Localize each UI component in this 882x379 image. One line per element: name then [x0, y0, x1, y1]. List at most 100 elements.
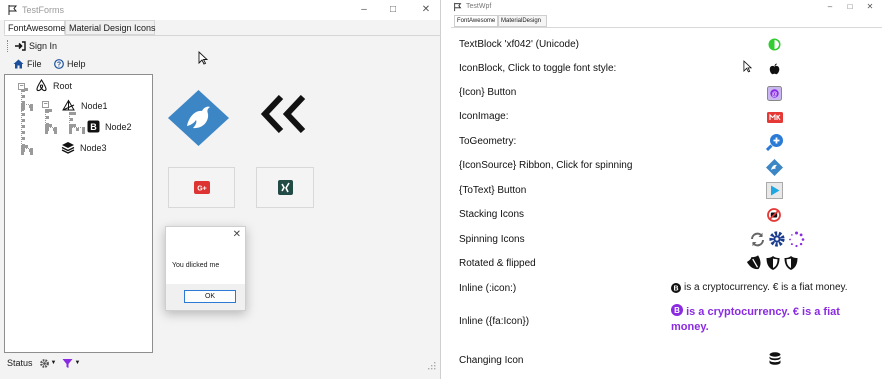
inline-plain-text: is a cryptocurrency. € is a fiat money. [684, 282, 848, 293]
window-icon [454, 2, 462, 12]
tab-divider [451, 27, 882, 28]
tab-materialdesign[interactable]: MaterialDesign [498, 15, 547, 27]
tree-view[interactable]: − Root − Node1 B Node2 Node3 [4, 74, 153, 353]
message-box-footer: OK [166, 284, 245, 310]
row-label-stacking: Stacking Icons [459, 209, 525, 220]
tree-node-node2-label: Node2 [105, 121, 132, 132]
ribbon-icon [766, 159, 783, 176]
testwpf-window: TestWpf – □ ✕ FontAwesome MaterialDesign… [451, 0, 882, 379]
row-label-iconimage: IconImage: [459, 111, 509, 122]
window-icon [8, 5, 18, 15]
stacking-cell [767, 208, 781, 222]
node-icon [62, 99, 75, 111]
icon-button[interactable]: @ [767, 86, 782, 101]
shield-icon [747, 255, 761, 270]
message-box: ✕ You dlicked me OK [165, 226, 246, 311]
ribbon-cell[interactable] [765, 158, 784, 177]
spinning-icons-cell [749, 230, 805, 248]
inline-bold-text: is a cryptocurrency. € is a fiat money. [671, 306, 840, 333]
window-title: TestForms [22, 5, 65, 15]
title-bar: TestWpf – □ ✕ [451, 0, 882, 14]
row-label-spinning: Spinning Icons [459, 234, 525, 245]
filter-icon [62, 358, 73, 368]
close-button[interactable]: ✕ [861, 0, 879, 14]
tab-material-design-icons[interactable]: Material Design Icons [65, 20, 156, 35]
tree-node-node2[interactable]: B Node2 [87, 120, 132, 133]
file-label: File [27, 59, 42, 69]
inline-icon-text: B is a cryptocurrency. € is a fiat money… [671, 282, 848, 293]
mouse-cursor-icon [743, 60, 752, 73]
tab-fontawesome[interactable]: FontAwesome [4, 20, 65, 35]
tree-node-node3[interactable]: Node3 [61, 141, 107, 154]
row-label-togeometry: ToGeometry: [459, 136, 517, 147]
ok-button[interactable]: OK [184, 290, 236, 303]
play-icon [766, 182, 783, 199]
message-box-close-button[interactable]: ✕ [233, 229, 241, 240]
layers-icon [61, 142, 75, 154]
sign-in-label: Sign In [29, 41, 58, 51]
svg-text:G+: G+ [197, 186, 207, 193]
shield-icon [784, 256, 798, 270]
row-label-iconblock: IconBlock, Click to toggle font style: [459, 63, 617, 74]
row-label-totext-button: {ToText} Button [459, 185, 527, 196]
iconimage-cell [767, 112, 783, 123]
minimize-button[interactable]: – [821, 0, 839, 14]
chevron-down-icon: ▼ [50, 360, 57, 366]
help-menu[interactable]: ? Help [54, 56, 86, 72]
tab-fontawesome[interactable]: FontAwesome [454, 15, 498, 27]
gear-icon [39, 358, 49, 368]
bitcoin-icon: B [671, 304, 683, 316]
row-label-inline-fa: Inline ({fa:Icon}) [459, 316, 530, 327]
sign-in-button[interactable]: Sign In [15, 38, 57, 54]
tree-node-node3-label: Node3 [80, 142, 107, 153]
inline-fa-text: B is a cryptocurrency. € is a fiat money… [671, 304, 876, 335]
close-button[interactable]: ✕ [417, 3, 435, 17]
chevrons-tile [258, 94, 310, 134]
row-label-rotated: Rotated & flipped [459, 258, 536, 269]
database-icon [769, 352, 781, 365]
airbnb-icon [36, 79, 47, 92]
google-plus-button[interactable]: G+ [168, 167, 235, 208]
file-menu[interactable]: File [13, 56, 42, 72]
svg-text:B: B [674, 306, 680, 315]
help-icon: ? [54, 59, 64, 69]
resize-grip-icon[interactable] [427, 361, 436, 370]
root-collapse-toggle[interactable]: − [18, 83, 25, 90]
row-label-changing-icon: Changing Icon [459, 355, 524, 366]
tree-node-root[interactable]: Root [35, 79, 72, 92]
mouse-cursor-icon [198, 51, 208, 65]
window-title: TestWpf [466, 3, 492, 10]
changing-icon-cell [769, 352, 781, 366]
sync-icon [751, 232, 764, 246]
chevron-down-icon: ▼ [74, 360, 81, 366]
tree-node-node1-label: Node1 [81, 100, 108, 111]
togeometry-cell [766, 133, 784, 151]
totext-button[interactable] [766, 182, 783, 199]
maximize-button[interactable]: □ [384, 3, 402, 17]
node1-collapse-toggle[interactable]: − [42, 101, 49, 108]
xing-button[interactable] [256, 167, 314, 208]
tab-divider [4, 35, 441, 36]
bitcoin-icon: B [671, 282, 681, 293]
sign-in-icon [15, 41, 26, 51]
shield-icon [766, 256, 780, 270]
tree-node-node1[interactable]: Node1 [61, 99, 108, 112]
gmail-icon [767, 112, 783, 123]
svg-text:?: ? [57, 62, 61, 69]
rotated-flipped-cell [747, 255, 799, 271]
tree-node-root-label: Root [53, 80, 73, 91]
row-label-textblock: TextBlock 'xf042' (Unicode) [459, 39, 579, 50]
bird-tile [166, 88, 231, 148]
spinner-icon [789, 231, 805, 247]
filter-dropdown[interactable]: ▼ [62, 358, 80, 369]
adjust-icon [768, 38, 781, 51]
maximize-button[interactable]: □ [841, 0, 859, 14]
minimize-button[interactable]: – [355, 3, 373, 17]
title-bar: TestForms – □ ✕ [0, 0, 440, 20]
apple-icon-cell[interactable] [769, 63, 780, 75]
help-label: Help [67, 59, 86, 69]
settings-dropdown[interactable]: ▼ [39, 358, 57, 369]
double-chevron-left-icon [260, 95, 306, 133]
status-bar: Status ▼ ▼ [0, 354, 440, 372]
apple-icon [769, 63, 780, 75]
